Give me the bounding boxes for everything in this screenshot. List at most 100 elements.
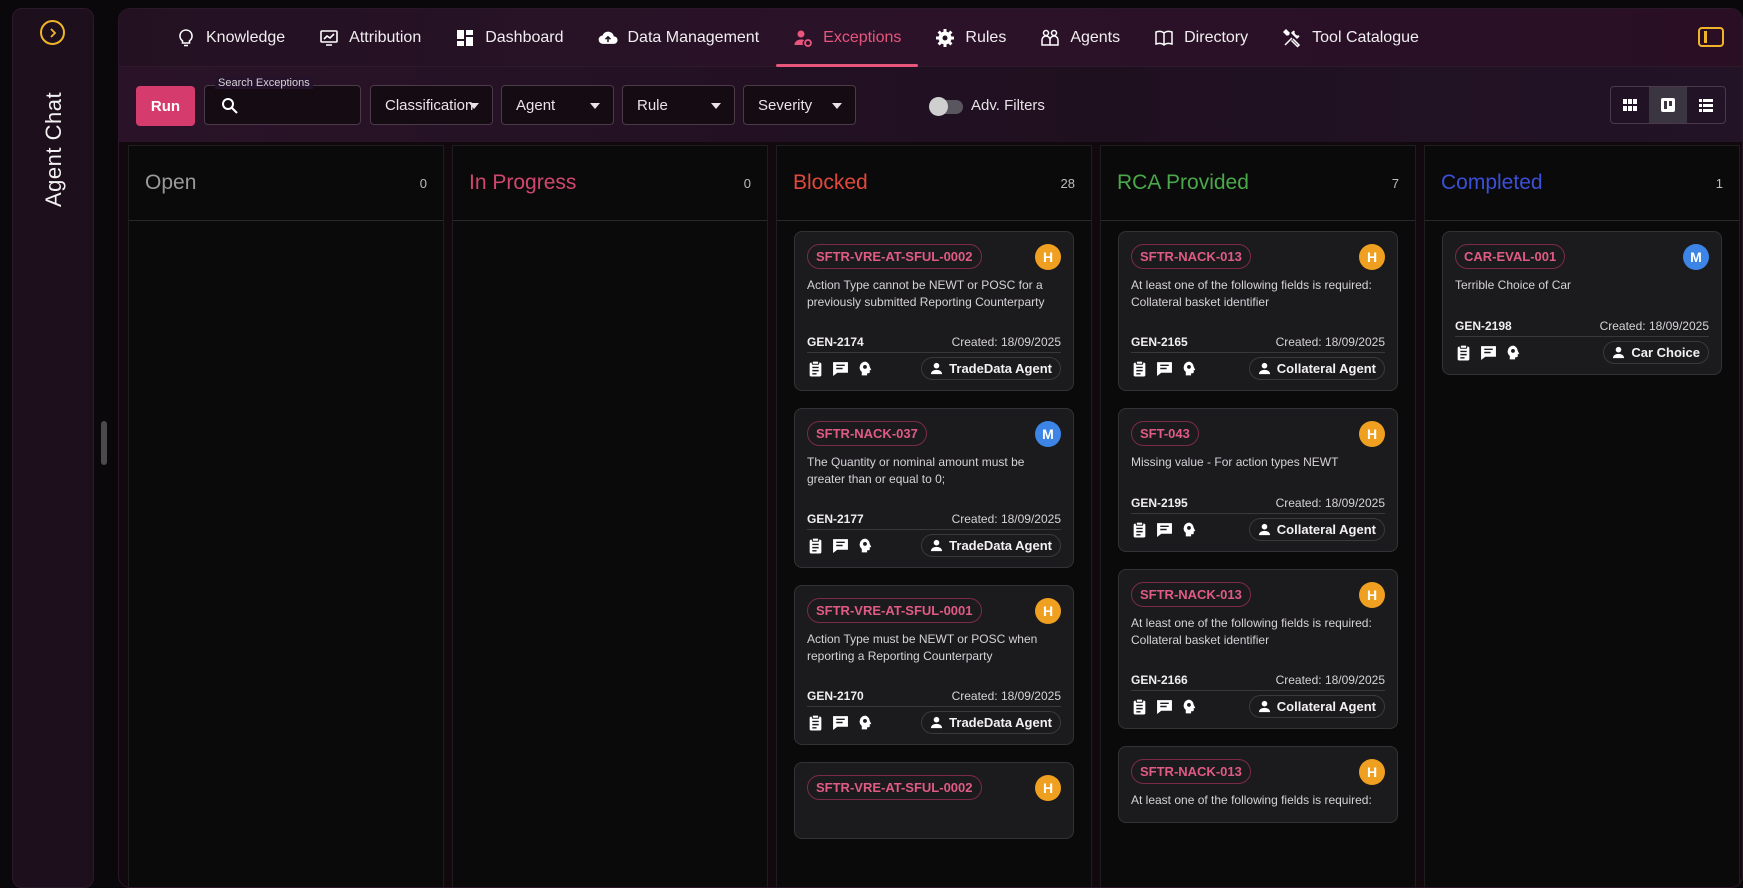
exception-tag[interactable]: SFT-043 [1131,421,1199,446]
kanban-column: Blocked 28 SFTR-VRE-AT-SFUL-0002 H Action T… [776,145,1092,887]
list-view-icon[interactable] [1687,87,1725,123]
agent-chip[interactable]: Collateral Agent [1248,695,1385,718]
clipboard-icon[interactable] [1455,344,1472,361]
comment-icon[interactable] [1156,698,1173,715]
nav-knowledge[interactable]: Knowledge [159,9,302,67]
agent-chip[interactable]: Collateral Agent [1248,357,1385,380]
column-title: RCA Provided [1117,171,1249,194]
severity-label: Severity [758,96,813,114]
exception-card[interactable]: SFTR-NACK-013 H At least one of the follo… [1118,231,1398,391]
brain-icon[interactable] [1505,344,1522,361]
card-actions [807,714,874,731]
nav-directory[interactable]: Directory [1137,9,1265,67]
clipboard-icon[interactable] [1131,521,1148,538]
severity-select[interactable]: Severity [743,85,856,125]
agent-chat-label[interactable]: Agent Chat [41,92,67,207]
exception-tag[interactable]: SFTR-VRE-AT-SFUL-0002 [807,244,982,269]
severity-badge: H [1035,775,1061,801]
exception-card[interactable]: SFTR-NACK-037 M The Quantity or nominal a… [794,408,1074,568]
nav-rules[interactable]: Rules [918,9,1023,67]
classification-select[interactable]: Classification [370,85,493,125]
exception-card[interactable]: SFTR-NACK-013 H At least one of the follo… [1118,746,1398,823]
clipboard-icon[interactable] [807,537,824,554]
brain-icon[interactable] [857,714,874,731]
exception-card[interactable]: CAR-EVAL-001 M Terrible Choice of Car GEN… [1442,231,1722,375]
chevron-right-icon[interactable] [40,20,65,45]
kanban-column: In Progress 0 [452,145,768,887]
comment-icon[interactable] [1156,521,1173,538]
brain-icon[interactable] [1181,521,1198,538]
run-button[interactable]: Run [136,86,195,126]
nav-agents[interactable]: Agents [1023,9,1137,67]
agent-chat-rail: Agent Chat [12,8,94,888]
nav-data-management[interactable]: Data Management [581,9,777,67]
view-switcher [1610,86,1726,124]
person-icon [1258,362,1270,375]
card-footer: TradeData Agent [807,711,1061,734]
agent-chip[interactable]: TradeData Agent [921,711,1061,734]
agent-chip[interactable]: TradeData Agent [921,357,1061,380]
gen-id: GEN-2195 [1131,496,1188,510]
grid-view-icon[interactable] [1611,87,1649,123]
clipboard-icon[interactable] [807,360,824,377]
card-meta: GEN-2174 Created: 18/09/2025 [807,335,1061,353]
agent-chip[interactable]: Collateral Agent [1248,518,1385,541]
brain-icon[interactable] [1181,360,1198,377]
comment-icon[interactable] [832,537,849,554]
exception-description [807,808,1061,828]
created-date: Created: 18/09/2025 [1275,496,1385,510]
brain-icon[interactable] [1181,698,1198,715]
nav-tool-catalogue[interactable]: Tool Catalogue [1265,9,1436,67]
column-count: 1 [1715,175,1723,191]
card-actions [1131,521,1198,538]
exception-tag[interactable]: SFTR-VRE-AT-SFUL-0001 [807,598,982,623]
comment-icon[interactable] [832,714,849,731]
exception-description: At least one of the following fields is … [1131,278,1372,309]
agent-chip[interactable]: Car Choice [1603,341,1709,364]
card-footer: Car Choice [1455,341,1709,364]
exception-card[interactable]: SFTR-VRE-AT-SFUL-0002 H Action Type canno… [794,231,1074,391]
card-footer: TradeData Agent [807,534,1061,557]
severity-badge: H [1359,421,1385,447]
exception-tag[interactable]: SFTR-VRE-AT-SFUL-0002 [807,775,982,800]
kanban-view-icon[interactable] [1649,87,1687,123]
agent-chip[interactable]: TradeData Agent [921,534,1061,557]
exception-tag[interactable]: CAR-EVAL-001 [1455,244,1566,269]
resize-handle[interactable] [101,421,107,465]
agent-select[interactable]: Agent [501,85,614,125]
clipboard-icon[interactable] [807,714,824,731]
exception-card[interactable]: SFT-043 H Missing value - For action type… [1118,408,1398,552]
adv-filters-toggle[interactable] [929,97,963,116]
clipboard-icon[interactable] [1131,360,1148,377]
card-meta: GEN-2195 Created: 18/09/2025 [1131,496,1385,514]
search-exceptions-field[interactable]: Search Exceptions [204,77,361,125]
card-meta: GEN-2198 Created: 18/09/2025 [1455,319,1709,337]
gear-icon [936,28,955,47]
card-actions [1455,344,1522,361]
comment-icon[interactable] [1480,344,1497,361]
rule-select[interactable]: Rule [622,85,735,125]
exception-tag[interactable]: SFTR-NACK-013 [1131,244,1251,269]
exception-card[interactable]: SFTR-VRE-AT-SFUL-0001 H Action Type must … [794,585,1074,745]
sidebar-toggle-icon[interactable] [1698,27,1724,47]
person-icon [1258,700,1270,713]
comment-icon[interactable] [1156,360,1173,377]
exception-tag[interactable]: SFTR-NACK-013 [1131,582,1251,607]
clipboard-icon[interactable] [1131,698,1148,715]
exception-card[interactable]: SFTR-NACK-013 H At least one of the follo… [1118,569,1398,729]
exception-description: Terrible Choice of Car [1455,278,1572,292]
brain-icon[interactable] [857,537,874,554]
exception-tag[interactable]: SFTR-NACK-013 [1131,759,1251,784]
card-footer: Collateral Agent [1131,518,1385,541]
nav-dashboard[interactable]: Dashboard [438,9,580,67]
lightbulb-icon [179,28,193,46]
nav-exceptions[interactable]: Exceptions [776,9,919,67]
column-title: In Progress [469,171,577,194]
exception-card[interactable]: SFTR-VRE-AT-SFUL-0002 H [794,762,1074,839]
nav-label: Agents [1070,28,1121,46]
nav-attribution[interactable]: Attribution [302,9,438,67]
exception-tag[interactable]: SFTR-NACK-037 [807,421,927,446]
search-input[interactable] [245,92,355,118]
comment-icon[interactable] [832,360,849,377]
brain-icon[interactable] [857,360,874,377]
